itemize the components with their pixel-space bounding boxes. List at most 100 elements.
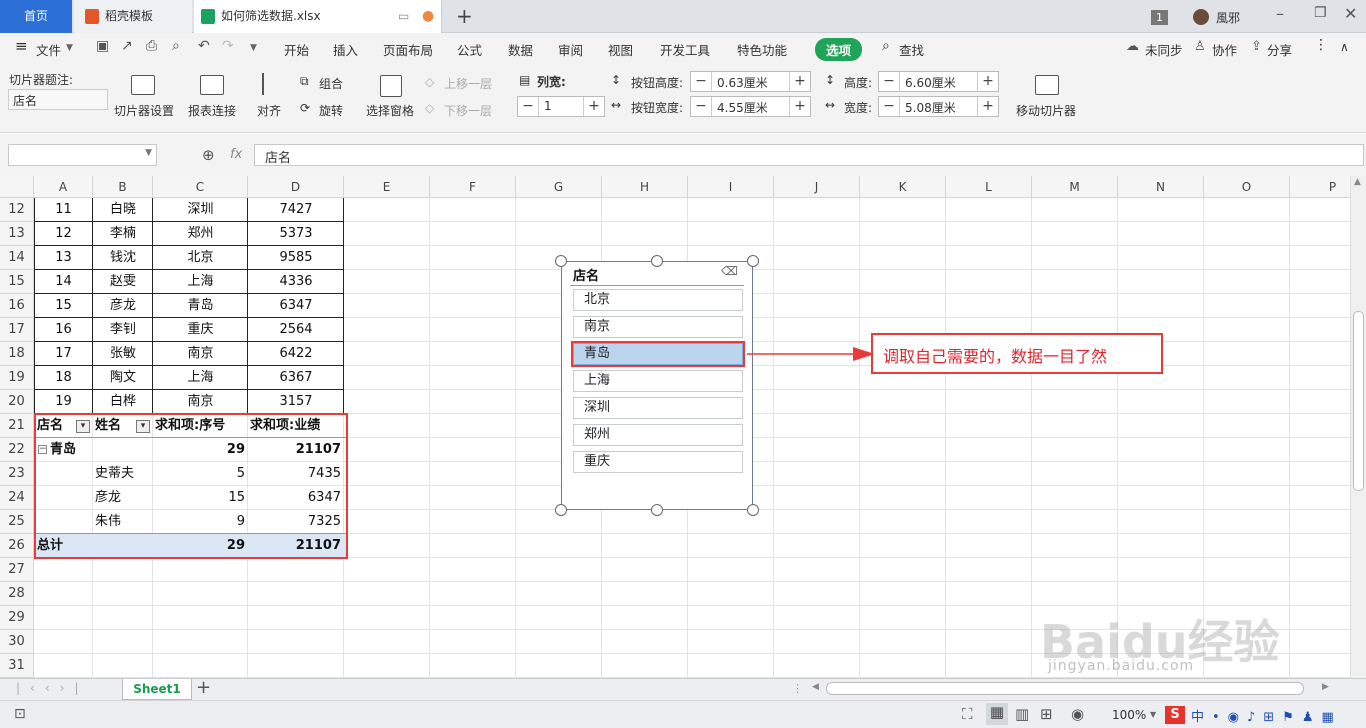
scroll-right-icon[interactable]: ▶: [1322, 682, 1329, 692]
page-layout-view-icon[interactable]: ▥: [1015, 705, 1029, 723]
add-sheet-plus-icon[interactable]: +: [196, 677, 211, 698]
column-header-B[interactable]: B: [93, 176, 153, 198]
row-header-19[interactable]: 19: [0, 366, 34, 390]
name-box-chevron-icon[interactable]: ▼: [145, 148, 152, 158]
column-header-F[interactable]: F: [430, 176, 516, 198]
name-cell[interactable]: 彦龙: [93, 294, 153, 318]
seq-cell[interactable]: 19: [34, 390, 93, 414]
seq-cell[interactable]: 11: [34, 198, 93, 222]
resize-handle[interactable]: [747, 504, 759, 516]
seq-cell[interactable]: 12: [34, 222, 93, 246]
row-header-16[interactable]: 16: [0, 294, 34, 318]
seq-cell[interactable]: 15: [34, 294, 93, 318]
city-cell[interactable]: 南京: [153, 390, 248, 414]
zoom-chevron-icon[interactable]: ▼: [1150, 710, 1156, 719]
column-header-J[interactable]: J: [774, 176, 860, 198]
perf-cell[interactable]: 6422: [248, 342, 344, 366]
slicer-item-selected[interactable]: 青岛: [571, 341, 745, 367]
move-slicer-button[interactable]: 移动切片器: [1016, 102, 1076, 119]
tab-workbook[interactable]: 如何筛选数据.xlsx ▭ ●: [194, 0, 442, 33]
columns-spinner[interactable]: − 1 +: [517, 96, 605, 117]
menu-file[interactable]: 文件: [36, 40, 61, 59]
row-header-31[interactable]: 31: [0, 654, 34, 678]
slicer-height-decrement[interactable]: −: [879, 72, 900, 91]
fx-icon[interactable]: fx: [230, 147, 242, 162]
tab-home[interactable]: 首页: [0, 0, 72, 33]
share-button[interactable]: 分享: [1267, 40, 1292, 59]
column-header-C[interactable]: C: [153, 176, 248, 198]
perf-cell[interactable]: 3157: [248, 390, 344, 414]
row-header-17[interactable]: 17: [0, 318, 34, 342]
fullscreen-icon[interactable]: ⛶: [962, 705, 973, 723]
slicer-item[interactable]: 上海: [573, 370, 743, 392]
column-header-A[interactable]: A: [34, 176, 93, 198]
zoom-level[interactable]: 100%: [1112, 708, 1146, 722]
rotate-button[interactable]: 旋转: [319, 102, 343, 119]
menu-formula[interactable]: 公式: [457, 40, 482, 59]
seq-cell[interactable]: 14: [34, 270, 93, 294]
row-header-27[interactable]: 27: [0, 558, 34, 582]
resize-handle[interactable]: [651, 255, 663, 267]
row-header-23[interactable]: 23: [0, 462, 34, 486]
scroll-left-icon[interactable]: ◀: [812, 682, 819, 692]
user-avatar[interactable]: [1193, 9, 1209, 25]
column-header-K[interactable]: K: [860, 176, 946, 198]
slicer-item[interactable]: 郑州: [573, 424, 743, 446]
cloud-icon[interactable]: ☁: [1126, 39, 1139, 54]
formula-input[interactable]: 店名: [254, 144, 1364, 166]
menu-start[interactable]: 开始: [284, 40, 309, 59]
slicer-height-spinner[interactable]: − 6.60厘米 +: [878, 71, 999, 92]
sync-status[interactable]: 未同步: [1145, 40, 1183, 59]
button-height-spinner[interactable]: − 0.63厘米 +: [690, 71, 811, 92]
perf-cell[interactable]: 5373: [248, 222, 344, 246]
ime-toolbar-icons[interactable]: 中•◉♪⊞⚑♟▦: [1191, 706, 1361, 724]
collapse-ribbon-icon[interactable]: ∧: [1340, 40, 1349, 54]
spreadsheet-grid[interactable]: ABCDEFGHIJKLMNOP 12 13 14 15 16 17 18 19 20 21 22 2…: [0, 176, 1366, 678]
button-height-increment[interactable]: +: [789, 72, 810, 91]
slicer-item[interactable]: 重庆: [573, 451, 743, 473]
menu-review[interactable]: 审阅: [558, 40, 583, 59]
column-header-I[interactable]: I: [688, 176, 774, 198]
share-icon[interactable]: ⇪: [1251, 39, 1262, 54]
row-header-26[interactable]: 26: [0, 534, 34, 558]
chevron-down-icon[interactable]: ▼: [66, 43, 73, 53]
hamburger-icon[interactable]: ≡: [15, 37, 28, 55]
undo-icon[interactable]: ↶: [198, 38, 210, 54]
slicer-item[interactable]: 深圳: [573, 397, 743, 419]
button-width-spinner[interactable]: − 4.55厘米 +: [690, 96, 811, 117]
city-cell[interactable]: 上海: [153, 270, 248, 294]
seq-cell[interactable]: 18: [34, 366, 93, 390]
ime-logo-icon[interactable]: S: [1165, 706, 1185, 724]
city-cell[interactable]: 郑州: [153, 222, 248, 246]
tab-docer-template[interactable]: 稻壳模板: [74, 0, 192, 33]
close-icon[interactable]: ✕: [1344, 4, 1357, 23]
column-header-H[interactable]: H: [602, 176, 688, 198]
row-header-22[interactable]: 22: [0, 438, 34, 462]
name-cell[interactable]: 李钊: [93, 318, 153, 342]
sheet-nav-icons[interactable]: |‹‹›|: [16, 681, 88, 695]
row-header-18[interactable]: 18: [0, 342, 34, 366]
window-count-badge[interactable]: 1: [1151, 10, 1168, 25]
export-icon[interactable]: ↗: [121, 38, 133, 54]
name-cell[interactable]: 陶文: [93, 366, 153, 390]
row-header-14[interactable]: 14: [0, 246, 34, 270]
name-cell[interactable]: 白晓: [93, 198, 153, 222]
macro-record-icon[interactable]: ⊡: [14, 706, 26, 722]
slicer-caption-input[interactable]: 店名: [8, 89, 108, 110]
row-header-24[interactable]: 24: [0, 486, 34, 510]
resize-handle[interactable]: [747, 255, 759, 267]
column-header-E[interactable]: E: [344, 176, 430, 198]
scroll-up-icon[interactable]: ▲: [1354, 177, 1361, 187]
column-header-N[interactable]: N: [1118, 176, 1204, 198]
zoom-formula-icon[interactable]: ⊕: [202, 146, 215, 164]
slicer-width-increment[interactable]: +: [977, 97, 998, 116]
column-header-M[interactable]: M: [1032, 176, 1118, 198]
name-box[interactable]: ▼: [8, 144, 157, 166]
perf-cell[interactable]: 2564: [248, 318, 344, 342]
column-header-O[interactable]: O: [1204, 176, 1290, 198]
seq-cell[interactable]: 16: [34, 318, 93, 342]
perf-cell[interactable]: 4336: [248, 270, 344, 294]
resize-handle[interactable]: [651, 504, 663, 516]
button-width-decrement[interactable]: −: [691, 97, 712, 116]
city-cell[interactable]: 北京: [153, 246, 248, 270]
